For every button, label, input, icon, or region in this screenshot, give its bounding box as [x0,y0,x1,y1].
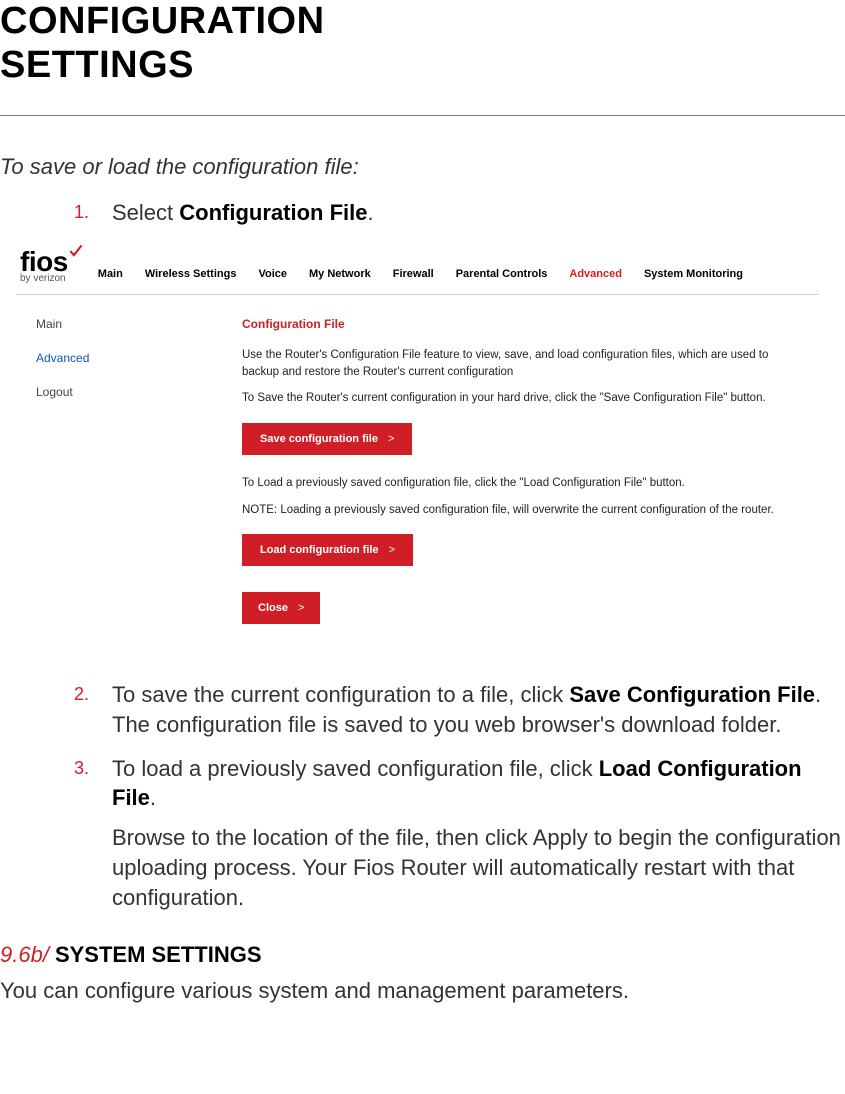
nav-main[interactable]: Main [98,268,123,280]
router-header: fios by verizon Main Wireless Settings V… [16,244,819,295]
sidebar-item-advanced[interactable]: Advanced [36,351,212,365]
logo-text: fios [20,248,68,276]
step-3-extra-pre: Browse to the location of the file, then… [112,825,533,850]
load-button-label: Load configuration file [260,544,379,556]
save-button-label: Save configuration file [260,433,378,445]
sidebar-item-main[interactable]: Main [36,317,212,331]
panel-p1: Use the Router's Configuration File feat… [242,347,799,380]
close-button-label: Close [258,602,288,614]
step-number: 1. [74,198,112,223]
chevron-right-icon: > [388,433,394,445]
panel-p2: To Save the Router's current configurati… [242,390,799,407]
chevron-right-icon: > [389,544,395,556]
verizon-check-icon [69,244,83,262]
step-1-text: Select Configuration File. [112,198,374,228]
page-title-line2: SETTINGS [0,44,845,88]
step-2-bold: Save Configuration File [569,682,815,707]
close-button[interactable]: Close > [242,592,320,624]
logo-subtext: by verizon [20,274,66,284]
step-1-post: . [367,200,373,225]
nav-parental-controls[interactable]: Parental Controls [456,268,548,280]
step-1-pre: Select [112,200,179,225]
subsection-description: You can configure various system and man… [0,976,845,1006]
step-3-extra-bold: Apply [533,825,588,850]
panel-p4: NOTE: Loading a previously saved configu… [242,502,799,519]
router-main-panel: Configuration File Use the Router's Conf… [212,295,819,654]
sidebar-item-logout[interactable]: Logout [36,385,212,399]
nav-firewall[interactable]: Firewall [393,268,434,280]
divider [0,115,845,116]
step-3-pre: To load a previously saved configuration… [112,756,599,781]
intro-text: To save or load the configuration file: [0,154,845,180]
subsection-heading: 9.6b/ SYSTEM SETTINGS [0,942,845,968]
chevron-right-icon: > [298,602,304,614]
fios-logo: fios by verizon [20,248,88,284]
subsection-number: 9.6b/ [0,942,49,968]
step-3-text: To load a previously saved configuration… [112,754,845,813]
nav-advanced[interactable]: Advanced [569,268,622,280]
load-configuration-file-button[interactable]: Load configuration file > [242,534,413,566]
subsection-name: SYSTEM SETTINGS [55,942,262,968]
step-3-extra: Browse to the location of the file, then… [74,823,845,912]
panel-p3: To Load a previously saved configuration… [242,475,799,492]
step-1-bold: Configuration File [179,200,367,225]
router-ui-screenshot: fios by verizon Main Wireless Settings V… [16,244,819,654]
nav-wireless-settings[interactable]: Wireless Settings [145,268,237,280]
step-number: 2. [74,680,112,705]
step-2-pre: To save the current configuration to a f… [112,682,569,707]
nav-system-monitoring[interactable]: System Monitoring [644,268,743,280]
top-nav: Main Wireless Settings Voice My Network … [98,268,815,284]
page-title-line1: CONFIGURATION [0,0,845,44]
step-2-text: To save the current configuration to a f… [112,680,845,739]
sidebar: Main Advanced Logout [16,295,212,654]
save-configuration-file-button[interactable]: Save configuration file > [242,423,412,455]
nav-voice[interactable]: Voice [258,268,287,280]
nav-my-network[interactable]: My Network [309,268,371,280]
panel-heading: Configuration File [242,317,799,331]
step-3-post: . [150,785,156,810]
step-number: 3. [74,754,112,779]
